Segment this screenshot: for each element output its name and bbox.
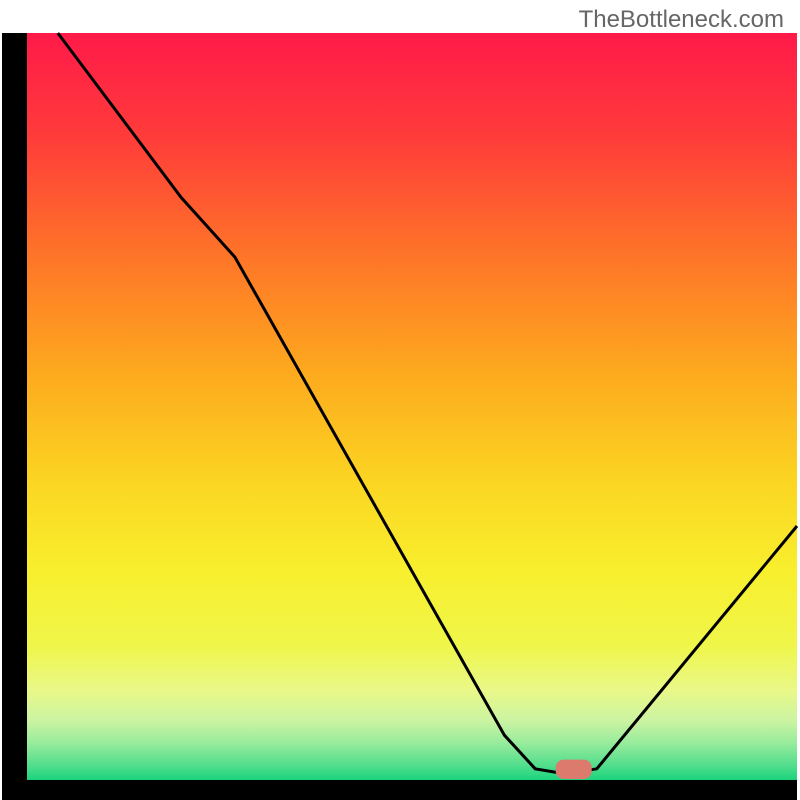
y-axis [2, 33, 27, 800]
x-axis [2, 780, 797, 800]
chart-container: TheBottleneck.com [0, 0, 800, 800]
minimum-marker [556, 760, 592, 779]
chart-svg [0, 0, 800, 800]
watermark-text: TheBottleneck.com [579, 6, 784, 34]
